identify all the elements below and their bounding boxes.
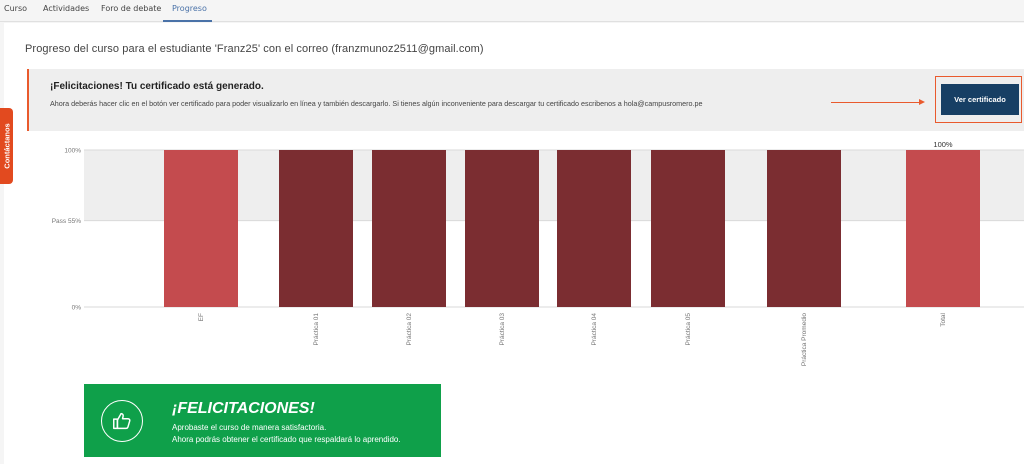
chart-bar — [906, 150, 980, 307]
congratulations-box: ¡FELICITACIONES! Aprobaste el curso de m… — [84, 384, 441, 457]
x-tick-label: Práctica 04 — [591, 313, 598, 346]
chart-bar — [651, 150, 725, 307]
page-title: Progreso del curso para el estudiante 'F… — [25, 43, 484, 55]
active-tab-indicator — [163, 20, 212, 22]
y-tick-label: 0% — [72, 305, 82, 312]
chart-bar — [164, 150, 238, 307]
x-tick-label: Práctica 02 — [406, 313, 413, 346]
chart-bar — [767, 150, 841, 307]
chart-bar — [279, 150, 353, 307]
x-tick-label: Total — [940, 312, 947, 326]
congratulations-title: ¡FELICITACIONES! — [172, 400, 315, 417]
certificate-banner: ¡Felicitaciones! Tu certificado está gen… — [27, 69, 1024, 131]
x-tick-label: EF — [198, 313, 205, 321]
chart-bar — [372, 150, 446, 307]
pointer-arrow-line — [831, 102, 923, 103]
tab-actividades[interactable]: Actividades — [43, 4, 89, 13]
certificate-button-highlight: Ver certificado — [935, 76, 1022, 123]
view-certificate-button[interactable]: Ver certificado — [941, 84, 1019, 115]
x-tick-label: Práctica 01 — [313, 313, 320, 346]
bar-data-label: 100% — [933, 140, 953, 149]
chart-bar — [557, 150, 631, 307]
x-tick-label: Práctica 03 — [499, 313, 506, 346]
tab-foro-de-debate[interactable]: Foro de debate — [101, 4, 161, 13]
banner-title: ¡Felicitaciones! Tu certificado está gen… — [50, 81, 264, 92]
tab-curso[interactable]: Curso — [4, 4, 27, 13]
x-tick-label: Práctica Promedio — [801, 313, 808, 366]
congratulations-line-2: Ahora podrás obtener el certificado que … — [172, 435, 401, 444]
progress-chart: 100% Pass 55% 0% EF Práctica 01 Práctica 02 Pr… — [52, 140, 1024, 366]
course-tabs: Curso Actividades Foro de debate Progres… — [0, 0, 1024, 22]
y-tick-label: 100% — [64, 148, 81, 155]
pointer-arrow-icon — [919, 99, 925, 105]
thumbs-up-icon — [101, 400, 143, 442]
congratulations-line-1: Aprobaste el curso de manera satisfactor… — [172, 423, 327, 432]
chart-bar — [465, 150, 539, 307]
x-tick-label: Práctica 05 — [685, 313, 692, 346]
tab-progreso[interactable]: Progreso — [172, 4, 207, 13]
y-tick-label: Pass 55% — [52, 218, 81, 225]
banner-message: Ahora deberás hacer clic en el botón ver… — [50, 99, 703, 108]
